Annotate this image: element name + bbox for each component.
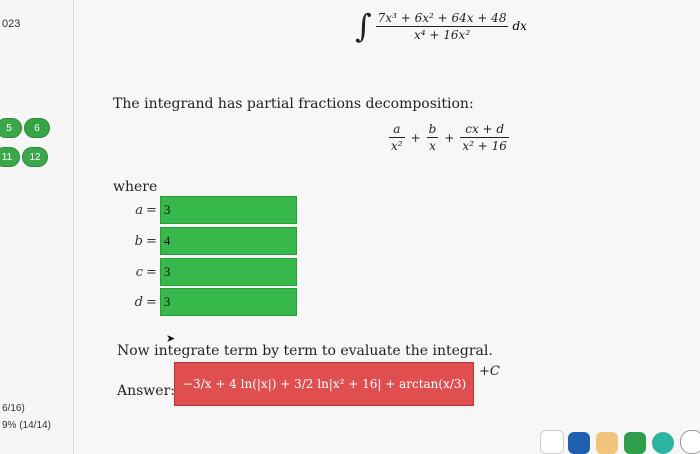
plus-sign: + bbox=[444, 130, 455, 145]
score-line-1: 6/16) bbox=[2, 403, 25, 414]
variable-label: a bbox=[135, 202, 143, 218]
app-icon[interactable] bbox=[540, 430, 564, 454]
coefficient-b-input[interactable]: 4 bbox=[159, 227, 297, 255]
year-label: 023 bbox=[2, 18, 21, 30]
question-11-badge[interactable]: 11 bbox=[0, 147, 20, 167]
fraction-b: b x bbox=[426, 122, 439, 153]
fraction-a-den: x² bbox=[391, 139, 403, 153]
answer-value: −3/x + 4 ln(|x|) + 3/2 ln|x² + 16| + arc… bbox=[183, 377, 467, 391]
fraction-bar bbox=[426, 137, 439, 138]
app-icon[interactable] bbox=[680, 430, 700, 454]
integrand-denominator: x⁴ + 16x² bbox=[414, 27, 471, 42]
answer-input[interactable]: −3/x + 4 ln(|x|) + 3/2 ln|x² + 16| + arc… bbox=[174, 362, 474, 406]
score-line-2: 9% (14/14) bbox=[2, 420, 51, 431]
coefficient-c-input[interactable]: 3 bbox=[159, 258, 297, 286]
variable-label: d bbox=[134, 294, 143, 310]
equals-sign: = bbox=[146, 294, 157, 310]
app-icon[interactable] bbox=[624, 432, 646, 454]
variable-label: b bbox=[134, 233, 143, 249]
sidebar: 023 5 6 11 12 6/16) 9% (14/14) bbox=[0, 0, 74, 454]
fraction-bar bbox=[460, 137, 509, 138]
differential: dx bbox=[512, 19, 527, 33]
coefficient-row-a: a = 3 bbox=[113, 195, 297, 225]
variable-label: c bbox=[135, 264, 143, 280]
answer-label: Answer: bbox=[117, 383, 175, 399]
next-step-text: Now integrate term by term to evaluate t… bbox=[117, 343, 493, 359]
constant-of-integration: +C bbox=[479, 364, 500, 379]
fraction-a: a x² bbox=[389, 122, 405, 153]
coefficient-row-c: c = 3 bbox=[113, 257, 297, 287]
question-6-badge[interactable]: 6 bbox=[24, 118, 50, 138]
coefficient-row-d: d = 3 bbox=[113, 287, 297, 317]
partial-fractions-expression: a x² + b x + cx + d x² + 16 bbox=[385, 122, 513, 153]
integrand-fraction: 7x³ + 6x² + 64x + 48 x⁴ + 16x² bbox=[375, 10, 509, 42]
integral-expression: ∫ 7x³ + 6x² + 64x + 48 x⁴ + 16x² dx bbox=[355, 10, 527, 42]
equals-sign: = bbox=[146, 202, 157, 218]
app-icon[interactable] bbox=[652, 432, 674, 454]
equals-sign: = bbox=[146, 264, 157, 280]
fraction-cd-num: cx + d bbox=[465, 122, 505, 136]
coefficient-a-input[interactable]: 3 bbox=[159, 196, 297, 224]
where-label: where bbox=[113, 179, 158, 195]
equals-sign: = bbox=[146, 233, 157, 249]
fraction-cd-den: x² + 16 bbox=[462, 139, 507, 153]
app-icon[interactable] bbox=[596, 432, 618, 454]
integrand-numerator: 7x³ + 6x² + 64x + 48 bbox=[377, 10, 507, 25]
decomposition-intro: The integrand has partial fractions deco… bbox=[113, 96, 474, 112]
fraction-a-num: a bbox=[393, 122, 401, 136]
fraction-bar bbox=[389, 137, 405, 138]
coefficient-d-input[interactable]: 3 bbox=[159, 288, 297, 316]
fraction-bar bbox=[375, 25, 509, 27]
question-5-badge[interactable]: 5 bbox=[0, 118, 22, 138]
plus-sign: + bbox=[410, 130, 421, 145]
question-12-badge[interactable]: 12 bbox=[22, 147, 48, 167]
coefficient-row-b: b = 4 bbox=[113, 226, 297, 256]
integral-sign: ∫ bbox=[355, 7, 372, 45]
fraction-cd: cx + d x² + 16 bbox=[460, 122, 509, 153]
fraction-b-den: x bbox=[429, 139, 436, 153]
dock bbox=[520, 428, 700, 454]
app-icon[interactable] bbox=[568, 432, 590, 454]
fraction-b-num: b bbox=[428, 122, 437, 136]
